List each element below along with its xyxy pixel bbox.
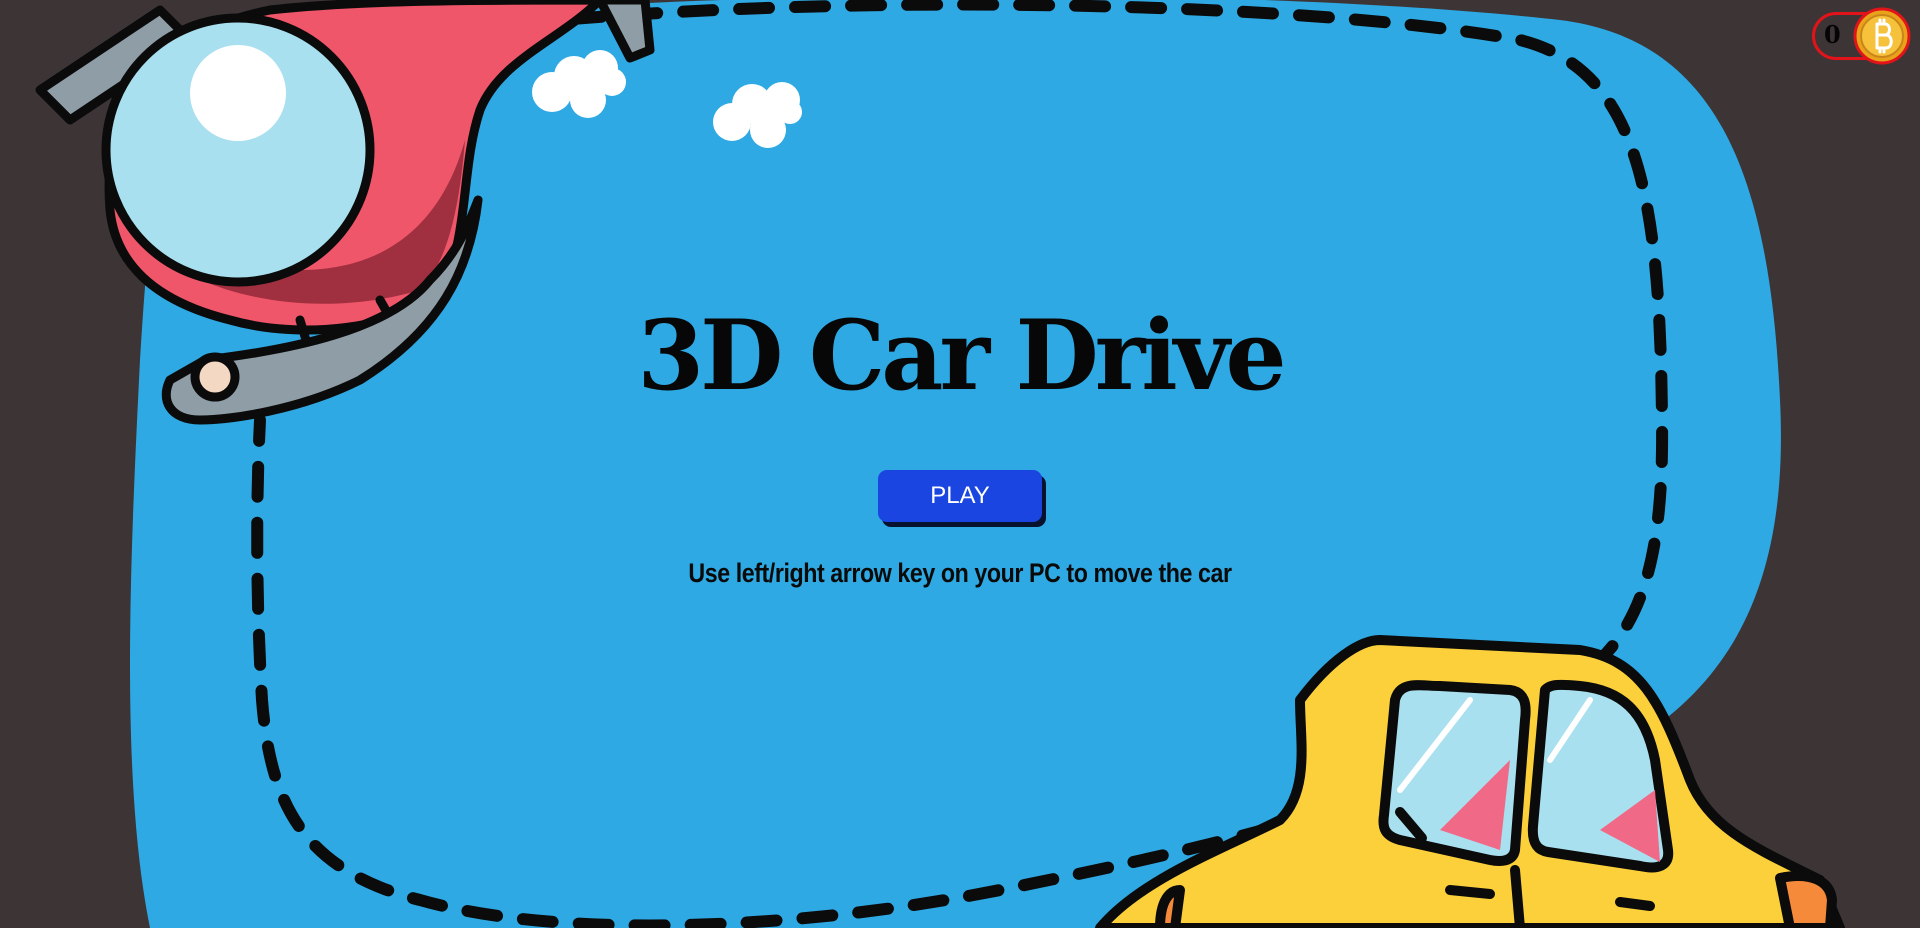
instructions-text: Use left/right arrow key on your PC to m… bbox=[688, 558, 1232, 588]
game-title: 3D Car Drive bbox=[637, 299, 1286, 412]
background-scene bbox=[35, 0, 1845, 928]
bitcoin-coin-icon bbox=[1853, 7, 1911, 65]
play-button[interactable]: PLAY bbox=[878, 470, 1042, 522]
game-stage: 3D Car Drive PLAY Use left/right arrow k… bbox=[0, 0, 1920, 928]
coin-count: 0 bbox=[1824, 20, 1841, 49]
